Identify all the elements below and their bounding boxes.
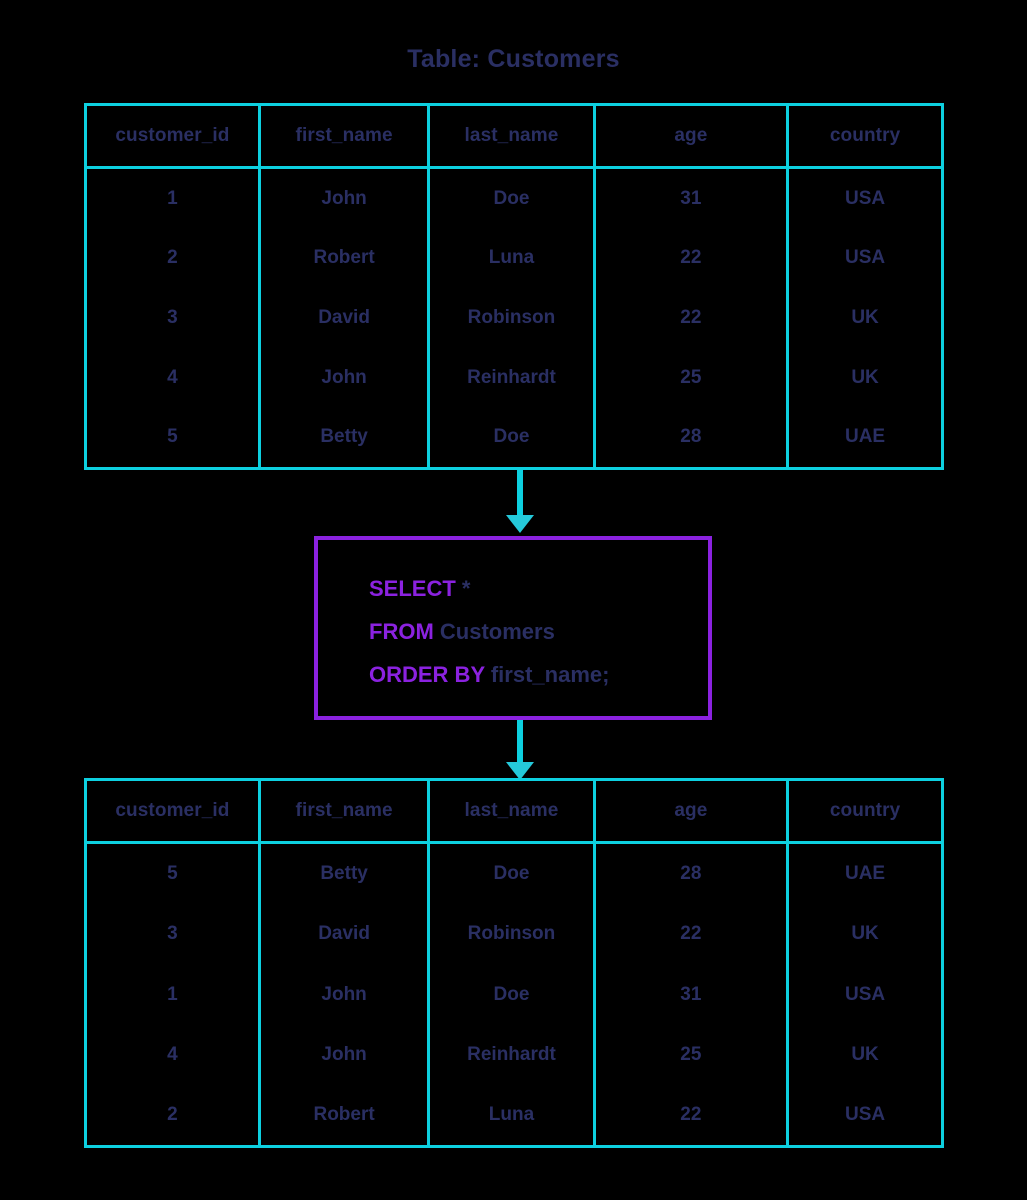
source-table-body: 1 John Doe 31 USA 2 Robert Luna 22 USA 3… bbox=[87, 167, 941, 467]
result-table: customer_id first_name last_name age cou… bbox=[84, 778, 944, 1148]
table-row: 4 John Reinhardt 25 UK bbox=[87, 347, 941, 408]
cell-last-name: Robinson bbox=[428, 904, 596, 965]
cell-customer-id: 3 bbox=[87, 288, 261, 348]
column-header-last-name: last_name bbox=[428, 781, 596, 844]
sql-keyword-select: SELECT bbox=[369, 576, 456, 601]
cell-country: UK bbox=[851, 1043, 879, 1065]
arrow-head bbox=[506, 515, 534, 533]
cell-first-name: John bbox=[259, 347, 431, 408]
sql-operand-column-name: first_name; bbox=[490, 662, 610, 687]
cell-age: 25 bbox=[594, 1024, 790, 1085]
column-header-country: country bbox=[787, 781, 941, 844]
source-table-header: customer_id first_name last_name age cou… bbox=[87, 106, 941, 169]
cell-first-name: Robert bbox=[259, 1084, 431, 1145]
cell-age: 22 bbox=[594, 228, 790, 289]
cell-customer-id: 4 bbox=[87, 347, 261, 408]
cell-last-name: Reinhardt bbox=[428, 347, 596, 408]
arrow-shaft bbox=[517, 720, 523, 764]
arrow-down-icon bbox=[500, 470, 540, 533]
cell-last-name: Doe bbox=[428, 167, 596, 229]
column-header-customer-id: customer_id bbox=[87, 106, 261, 169]
cell-last-name: Doe bbox=[428, 964, 596, 1025]
table-row: 4 John Reinhardt 25 UK bbox=[87, 1024, 941, 1085]
cell-first-name: John bbox=[259, 964, 431, 1025]
table-row: 5 Betty Doe 28 UAE bbox=[87, 407, 941, 467]
cell-first-name: John bbox=[259, 167, 431, 229]
cell-country: UAE bbox=[844, 426, 886, 448]
cell-last-name: Luna bbox=[428, 1084, 596, 1145]
sql-query-box: SELECT * FROM Customers ORDER BY first_n… bbox=[314, 536, 712, 720]
cell-first-name: Betty bbox=[259, 407, 431, 467]
cell-first-name: Betty bbox=[259, 842, 431, 905]
cell-customer-id: 2 bbox=[87, 1084, 261, 1145]
cell-country: USA bbox=[844, 187, 886, 209]
cell-country: UAE bbox=[844, 863, 886, 885]
cell-age: 28 bbox=[594, 842, 790, 905]
cell-country: UK bbox=[851, 307, 879, 328]
result-table-grid: customer_id first_name last_name age cou… bbox=[87, 781, 941, 1145]
column-header-age: age bbox=[594, 106, 790, 169]
diagram-canvas: Table: Customers customer_id first_name … bbox=[0, 0, 1027, 1200]
cell-customer-id: 4 bbox=[87, 1024, 261, 1085]
cell-first-name: David bbox=[259, 904, 431, 965]
sql-keyword-from: FROM bbox=[369, 619, 434, 644]
cell-last-name: Doe bbox=[428, 842, 596, 905]
cell-last-name: Doe bbox=[428, 407, 596, 467]
cell-country: USA bbox=[844, 1103, 886, 1125]
table-header-row: customer_id first_name last_name age cou… bbox=[87, 781, 941, 844]
source-table-grid: customer_id first_name last_name age cou… bbox=[87, 106, 941, 467]
arrow-down-icon bbox=[500, 720, 540, 780]
table-row: 3 David Robinson 22 UK bbox=[87, 288, 941, 348]
sql-line-from: FROM Customers bbox=[369, 610, 698, 653]
page-title: Table: Customers bbox=[407, 45, 620, 73]
column-header-first-name: first_name bbox=[259, 781, 431, 844]
cell-country: USA bbox=[844, 983, 886, 1005]
sql-line-select: SELECT * bbox=[369, 567, 698, 610]
cell-age: 22 bbox=[594, 904, 790, 965]
cell-country: UK bbox=[851, 923, 879, 945]
cell-age: 28 bbox=[594, 407, 790, 467]
cell-first-name: John bbox=[259, 1024, 431, 1085]
cell-customer-id: 3 bbox=[87, 904, 261, 965]
sql-line-order-by: ORDER BY first_name; bbox=[369, 653, 698, 696]
cell-country: USA bbox=[844, 247, 886, 269]
column-header-customer-id: customer_id bbox=[87, 781, 261, 844]
cell-first-name: Robert bbox=[259, 228, 431, 289]
column-header-country: country bbox=[787, 106, 941, 169]
table-row: 5 Betty Doe 28 UAE bbox=[87, 842, 941, 905]
table-row: 2 Robert Luna 22 USA bbox=[87, 228, 941, 289]
cell-age: 22 bbox=[594, 1084, 790, 1145]
cell-last-name: Reinhardt bbox=[428, 1024, 596, 1085]
cell-country: UK bbox=[851, 366, 879, 388]
source-table: customer_id first_name last_name age cou… bbox=[84, 103, 944, 470]
arrow-shaft bbox=[517, 470, 523, 517]
cell-first-name: David bbox=[259, 288, 431, 348]
cell-customer-id: 1 bbox=[87, 167, 261, 229]
table-row: 3 David Robinson 22 UK bbox=[87, 904, 941, 965]
sql-query-text: SELECT * FROM Customers ORDER BY first_n… bbox=[369, 567, 698, 696]
cell-customer-id: 5 bbox=[87, 407, 261, 467]
result-table-header: customer_id first_name last_name age cou… bbox=[87, 781, 941, 844]
sql-operand-table-name: Customers bbox=[439, 619, 555, 644]
table-header-row: customer_id first_name last_name age cou… bbox=[87, 106, 941, 169]
table-row: 1 John Doe 31 USA bbox=[87, 964, 941, 1025]
sql-keyword-order-by: ORDER BY bbox=[369, 662, 485, 687]
table-row: 1 John Doe 31 USA bbox=[87, 167, 941, 229]
cell-customer-id: 2 bbox=[87, 228, 261, 289]
cell-last-name: Robinson bbox=[428, 288, 596, 348]
cell-age: 22 bbox=[594, 288, 790, 348]
cell-customer-id: 5 bbox=[87, 842, 261, 905]
column-header-last-name: last_name bbox=[428, 106, 596, 169]
sql-operand-star: * bbox=[461, 576, 471, 601]
cell-age: 31 bbox=[594, 167, 790, 229]
result-table-body: 5 Betty Doe 28 UAE 3 David Robinson 22 U… bbox=[87, 842, 941, 1145]
cell-last-name: Luna bbox=[428, 228, 596, 289]
cell-customer-id: 1 bbox=[87, 964, 261, 1025]
column-header-age: age bbox=[594, 781, 790, 844]
column-header-first-name: first_name bbox=[259, 106, 431, 169]
cell-age: 25 bbox=[594, 347, 790, 408]
cell-age: 31 bbox=[594, 964, 790, 1025]
table-row: 2 Robert Luna 22 USA bbox=[87, 1084, 941, 1145]
